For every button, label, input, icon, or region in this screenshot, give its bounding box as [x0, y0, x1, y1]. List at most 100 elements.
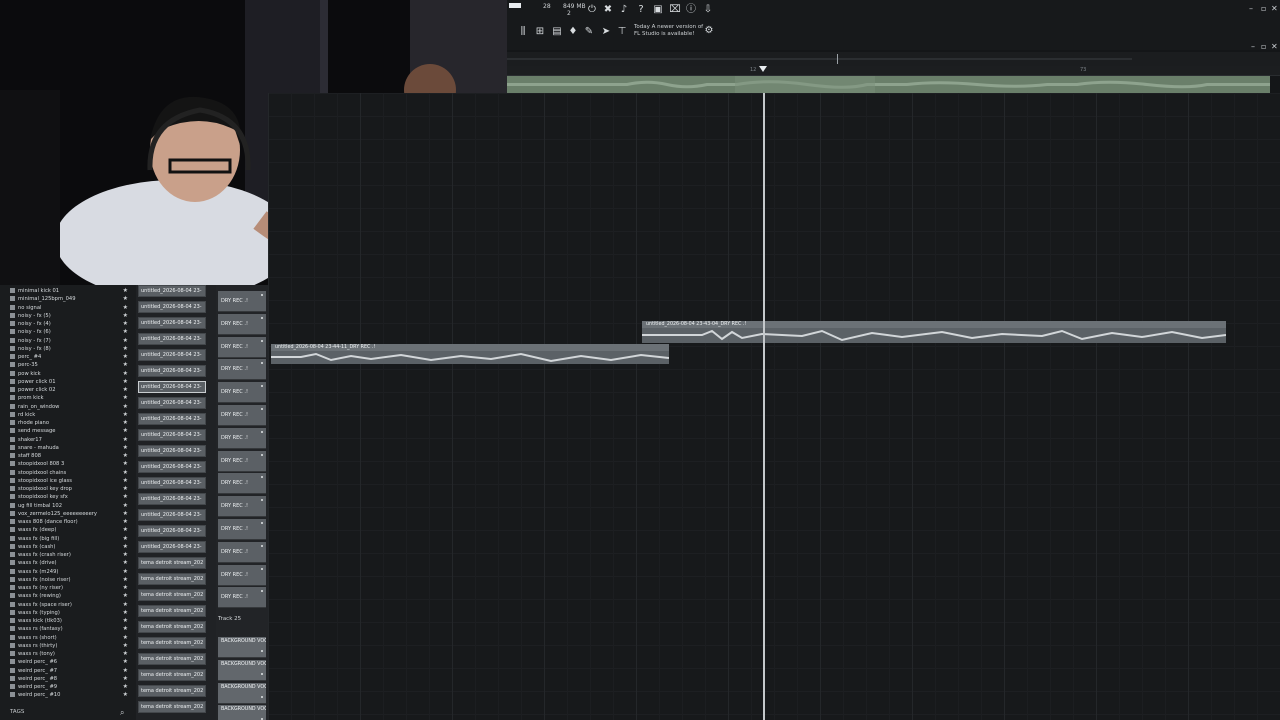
browser-item[interactable]: waxs fx (m249) ★ [10, 568, 134, 576]
favorite-star-icon[interactable]: ★ [123, 601, 128, 609]
panic-icon[interactable]: ⏻ [586, 4, 598, 16]
playlist-grid[interactable]: untitled_2026-08-04 23-43-04_DRY REC .! … [268, 93, 1280, 720]
track-header[interactable]: DRY REC .! [218, 450, 266, 472]
piano-roll-icon[interactable]: ▤ [551, 26, 563, 38]
clip-source-button[interactable]: untitled_2026-08-04 23- [138, 285, 206, 297]
browser-item[interactable]: prom kick ★ [10, 394, 134, 402]
favorite-star-icon[interactable]: ★ [123, 526, 128, 534]
browser-item[interactable]: waxs fx (drive) ★ [10, 559, 134, 567]
favorite-star-icon[interactable]: ★ [123, 304, 128, 312]
favorite-star-icon[interactable]: ★ [123, 650, 128, 658]
browser-item[interactable]: send message ★ [10, 427, 134, 435]
favorite-star-icon[interactable]: ★ [123, 403, 128, 411]
favorite-star-icon[interactable]: ★ [123, 691, 128, 699]
track-led-icon[interactable] [261, 408, 263, 410]
browser-item[interactable]: ug fill timbal 102 ★ [10, 502, 134, 510]
tempo-display[interactable] [509, 3, 521, 8]
browser-item[interactable]: snare - mahuda ★ [10, 444, 134, 452]
plugin-icon[interactable]: ♦ [567, 26, 579, 38]
clip-source-button[interactable]: tema detroit stream_202 [138, 557, 206, 569]
browser-item[interactable]: weird perc_ #10 ★ [10, 691, 134, 699]
browser-item[interactable]: pow kick ★ [10, 370, 134, 378]
track-led-icon[interactable] [261, 650, 263, 652]
favorite-star-icon[interactable]: ★ [123, 485, 128, 493]
track-header[interactable]: DRY REC .! [218, 359, 266, 381]
favorite-star-icon[interactable]: ★ [123, 427, 128, 435]
track-header[interactable]: DRY REC .! [218, 405, 266, 426]
track-led-icon[interactable] [261, 316, 263, 319]
browser-item[interactable]: noisy - fx (7) ★ [10, 337, 134, 345]
playhead[interactable] [763, 93, 765, 720]
track-led-icon[interactable] [261, 499, 263, 502]
clip-source-button[interactable]: untitled_2026-08-04 23- [138, 301, 206, 313]
mic-icon[interactable]: ♪ [618, 4, 630, 16]
clip-source-button[interactable]: untitled_2026-08-04 23- [138, 317, 206, 329]
browser-item[interactable]: noisy - fx (4) ★ [10, 320, 134, 328]
favorite-star-icon[interactable]: ★ [123, 667, 128, 675]
track-header[interactable]: BACKGROUND VOCAL [218, 637, 266, 658]
track-led-icon[interactable] [261, 362, 263, 365]
favorite-star-icon[interactable]: ★ [123, 337, 128, 345]
favorite-star-icon[interactable]: ★ [123, 328, 128, 336]
track-led-icon[interactable] [261, 522, 263, 524]
browser-item[interactable]: weird perc_ #8 ★ [10, 675, 134, 683]
clip-source-button[interactable]: untitled_2026-08-04 23- [138, 397, 206, 409]
favorite-star-icon[interactable]: ★ [123, 353, 128, 361]
clip-source-button[interactable]: tema detroit stream_202 [138, 589, 206, 601]
favorite-star-icon[interactable]: ★ [123, 493, 128, 501]
favorite-star-icon[interactable]: ★ [123, 584, 128, 592]
browser-item[interactable]: waxs fx (deep) ★ [10, 526, 134, 534]
browser-item[interactable]: waxs fx (crash riser) ★ [10, 551, 134, 559]
favorite-star-icon[interactable]: ★ [123, 361, 128, 369]
browser-item[interactable]: power click 01 ★ [10, 378, 134, 386]
browser-item[interactable]: stoopidxool key sfx ★ [10, 493, 134, 501]
browser-item[interactable]: shaker17 ★ [10, 436, 134, 444]
favorite-star-icon[interactable]: ★ [123, 469, 128, 477]
tags-label[interactable]: TAGS [10, 709, 24, 715]
info-icon[interactable]: ⓘ [685, 4, 697, 16]
browser-item[interactable]: noisy - fx (6) ★ [10, 328, 134, 336]
track-header[interactable]: BACKGROUND VOCAL [218, 659, 266, 681]
favorite-star-icon[interactable]: ★ [123, 320, 128, 328]
browser-item[interactable]: waxs fx (typing) ★ [10, 609, 134, 617]
favorite-star-icon[interactable]: ★ [123, 295, 128, 303]
browser-item[interactable]: waxs rs (thirty) ★ [10, 642, 134, 650]
clip-list[interactable]: untitled_2026-08-04 23- untitled_2026-08-… [136, 285, 216, 720]
track-header[interactable]: DRY REC .! [218, 541, 266, 563]
browser-item[interactable]: stoopidxool key drop ★ [10, 485, 134, 493]
track-header[interactable]: DRY REC .! [218, 313, 266, 335]
favorite-star-icon[interactable]: ★ [123, 378, 128, 386]
favorite-star-icon[interactable]: ★ [123, 460, 128, 468]
browser-item[interactable]: no signal ★ [10, 304, 134, 312]
track-header[interactable]: DRY REC .! [218, 473, 266, 495]
audio-clip[interactable]: untitled_2026-08-04 23-44-11_DRY REC .! [271, 344, 669, 364]
favorite-star-icon[interactable]: ★ [123, 609, 128, 617]
browser-item[interactable]: perc_ #4 ★ [10, 353, 134, 361]
brush-icon[interactable]: ✎ [583, 26, 595, 38]
favorite-star-icon[interactable]: ★ [123, 394, 128, 402]
clip-source-button[interactable]: untitled_2026-08-04 23- [138, 365, 206, 377]
browser-item[interactable]: weird perc_ #7 ★ [10, 667, 134, 675]
track-led-icon[interactable] [261, 385, 263, 388]
favorite-star-icon[interactable]: ★ [123, 559, 128, 567]
clip-source-button[interactable]: untitled_2026-08-04 23- [138, 477, 206, 489]
clip-source-button[interactable]: untitled_2026-08-04 23- [138, 541, 206, 553]
favorite-star-icon[interactable]: ★ [123, 518, 128, 526]
clip-source-button[interactable]: untitled_2026-08-04 23- [138, 509, 206, 521]
favorite-star-icon[interactable]: ★ [123, 617, 128, 625]
browser-item[interactable]: waxs fx (big fill) ★ [10, 535, 134, 543]
download-icon[interactable]: ⇩ [702, 4, 714, 16]
browser-item[interactable]: waxs rs (fantasy) ★ [10, 625, 134, 633]
clip-source-button[interactable]: tema detroit stream_202 [138, 685, 206, 697]
favorite-star-icon[interactable]: ★ [123, 386, 128, 394]
browser-item[interactable]: noisy - fx (5) ★ [10, 312, 134, 320]
tools-icon[interactable]: ➤ [600, 26, 612, 38]
browser-item[interactable]: minimal kick 01 ★ [10, 287, 134, 295]
track-led-icon[interactable] [261, 453, 263, 456]
track-header[interactable]: DRY REC .! [218, 496, 266, 518]
browser-item[interactable]: waxs kick (tlk03) ★ [10, 617, 134, 625]
audio-clip[interactable]: untitled_2026-08-04 23-43-04_DRY REC .! [642, 321, 1226, 343]
track-header[interactable]: DRY REC .! [218, 382, 266, 404]
favorite-star-icon[interactable]: ★ [123, 419, 128, 427]
clip-source-button[interactable]: untitled_2026-08-04 23- [138, 333, 206, 345]
